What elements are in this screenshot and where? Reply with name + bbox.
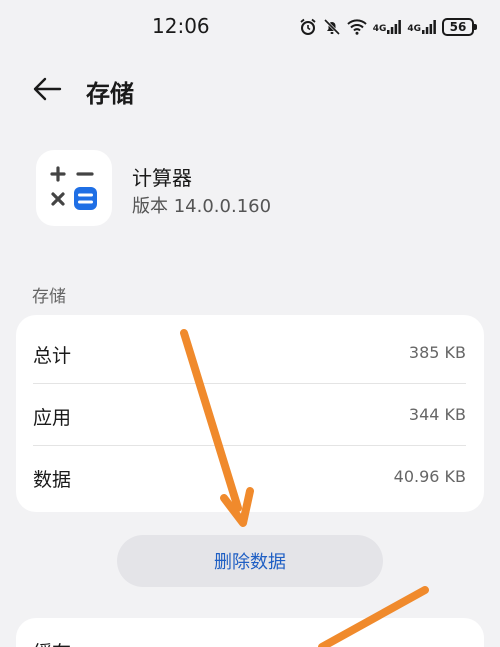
mute-bell-icon (323, 18, 340, 36)
back-arrow-icon (33, 77, 62, 101)
status-time: 12:06 (152, 14, 210, 38)
storage-card: 总计 385 KB 应用 344 KB 数据 40.96 KB (16, 315, 484, 512)
calculator-app-icon (36, 150, 112, 226)
status-icons: 4G 4G 56 (299, 16, 477, 38)
wifi-icon (346, 19, 367, 35)
storage-screen: 12:06 4G 4G 56 存储 计算器 版本 14.0.0.160 存储 总… (0, 0, 500, 647)
app-version: 版本 14.0.0.160 (132, 196, 272, 217)
calculator-icon (50, 166, 97, 210)
cellular-signal-1: 4G (373, 20, 402, 34)
page-header: 存储 (0, 62, 500, 118)
storage-row-app: 应用 344 KB (16, 383, 484, 445)
cache-label: 缓存 (33, 638, 71, 647)
row-value: 385 KB (408, 343, 466, 362)
status-bar: 12:06 4G 4G 56 (0, 0, 500, 56)
signal-bars-icon (422, 20, 436, 34)
row-value: 40.96 KB (393, 467, 466, 486)
network-type-2: 4G (407, 24, 421, 34)
battery-indicator: 56 (442, 18, 477, 36)
cache-card[interactable]: 缓存 (16, 618, 484, 647)
alarm-icon (300, 18, 316, 35)
storage-section-label: 存储 (32, 287, 66, 307)
row-value: 344 KB (408, 405, 466, 424)
network-type-1: 4G (372, 24, 387, 34)
storage-row-data: 数据 40.96 KB (16, 445, 484, 507)
page-title: 存储 (86, 80, 134, 108)
app-name: 计算器 (132, 166, 192, 190)
back-button[interactable] (30, 74, 64, 104)
cellular-signal-2: 4G (407, 20, 436, 34)
row-label: 数据 (33, 469, 72, 491)
delete-data-button[interactable]: 删除数据 (117, 535, 383, 587)
row-label: 总计 (33, 345, 72, 367)
storage-row-total: 总计 385 KB (16, 321, 484, 383)
row-label: 应用 (33, 407, 72, 429)
signal-bars-icon (387, 20, 402, 34)
